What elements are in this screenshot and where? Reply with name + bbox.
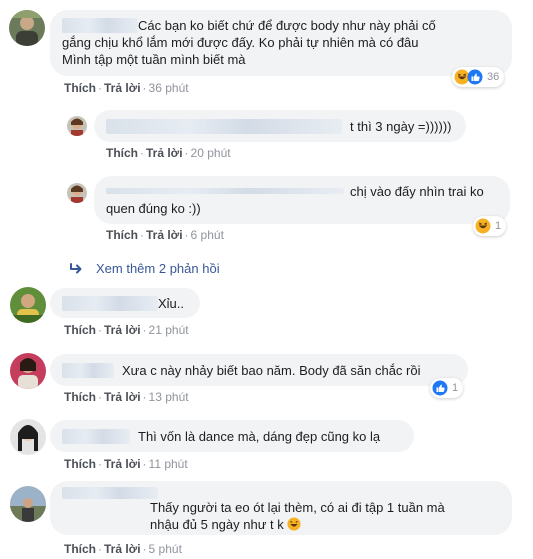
comment-text: gắng chịu khổ lắm mới được đấy. Ko phải …: [62, 35, 419, 50]
like-link[interactable]: Thích: [106, 228, 138, 242]
avatar[interactable]: [9, 10, 45, 46]
comment-bubble: Thấy người ta eo ót lại thèm, có ai đi t…: [50, 481, 512, 535]
like-link[interactable]: Thích: [106, 146, 138, 160]
comment-text: Xưa c này nhảy biết bao năm. Body đã săn…: [122, 363, 421, 378]
view-more-replies-link[interactable]: Xem thêm 2 phản hồi: [70, 261, 220, 276]
reply-link[interactable]: Trả lời: [146, 228, 183, 242]
reply-link[interactable]: Trả lời: [104, 323, 141, 337]
comment-text: Mình tập một tuần mình biết mà: [62, 52, 246, 67]
reaction-summary[interactable]: 1: [473, 216, 507, 236]
reply-arrow-icon: [70, 262, 82, 273]
avatar[interactable]: [10, 353, 46, 389]
like-icon: [432, 380, 448, 396]
comment-text: Xỉu..: [158, 296, 185, 311]
comment-time[interactable]: 36 phút: [149, 81, 189, 95]
comment-bubble: Thì vốn là dance mà, dáng đẹp cũng ko lạ: [50, 420, 414, 452]
like-link[interactable]: Thích: [64, 542, 96, 556]
comment-text: Thì vốn là dance mà, dáng đẹp cũng ko lạ: [138, 429, 381, 444]
reply-text: quen đúng ko :)): [106, 201, 201, 216]
reply-bubble: chị vào đấy nhìn trai ko quen đúng ko :)…: [94, 176, 510, 224]
reply-bubble: t thì 3 ngày =)))))): [94, 110, 466, 142]
haha-icon: [475, 218, 491, 234]
comment-actions: Thích · Trả lời · 36 phút: [64, 81, 189, 95]
comment-time[interactable]: 5 phút: [149, 542, 182, 556]
comment-bubble: Xỉu..: [50, 288, 200, 318]
comment-actions: Thích · Trả lời · 21 phút: [64, 323, 189, 337]
reaction-summary[interactable]: 36: [452, 67, 505, 87]
like-icon: [467, 69, 483, 85]
reply-link[interactable]: Trả lời: [104, 390, 141, 404]
comment-time[interactable]: 21 phút: [149, 323, 189, 337]
reply-text: chị vào đấy nhìn trai ko: [350, 184, 484, 199]
blurred-author-name: [62, 18, 138, 33]
reply-actions: Thích · Trả lời · 20 phút: [106, 146, 231, 160]
rofl-emoji-icon: [287, 517, 301, 531]
blurred-author-name: [62, 296, 158, 311]
comment-bubble: Xưa c này nhảy biết bao năm. Body đã săn…: [50, 354, 468, 386]
blurred-author-name: [62, 363, 114, 378]
comment-actions: Thích · Trả lời · 13 phút: [64, 390, 189, 404]
avatar[interactable]: [10, 287, 46, 323]
comment-actions: Thích · Trả lời · 11 phút: [64, 457, 188, 471]
blurred-author-name: [62, 487, 158, 499]
avatar[interactable]: [10, 486, 46, 522]
comment-text: Các bạn ko biết chứ để được body như này…: [138, 18, 436, 33]
reaction-count: 1: [452, 382, 459, 394]
reaction-count: 1: [495, 220, 502, 232]
reply-time[interactable]: 6 phút: [191, 228, 224, 242]
reply-text: t thì 3 ngày =)))))): [350, 119, 452, 134]
comment-bubble: Các bạn ko biết chứ để được body như này…: [50, 10, 512, 76]
reply-actions: Thích · Trả lời · 6 phút: [106, 228, 224, 242]
reply-link[interactable]: Trả lời: [104, 457, 141, 471]
blurred-author-name: [62, 429, 130, 444]
avatar[interactable]: [67, 116, 87, 136]
comment-text: nhậu đủ 5 ngày như t k: [150, 517, 284, 532]
reply-link[interactable]: Trả lời: [104, 81, 141, 95]
like-link[interactable]: Thích: [64, 390, 96, 404]
like-link[interactable]: Thích: [64, 81, 96, 95]
reply-link[interactable]: Trả lời: [104, 542, 141, 556]
blurred-author-name: [106, 188, 344, 194]
reaction-summary[interactable]: 1: [430, 378, 464, 398]
avatar[interactable]: [10, 419, 46, 455]
blurred-author-name: [106, 119, 342, 134]
like-link[interactable]: Thích: [64, 323, 96, 337]
like-link[interactable]: Thích: [64, 457, 96, 471]
reply-link[interactable]: Trả lời: [146, 146, 183, 160]
comment-time[interactable]: 13 phút: [149, 390, 189, 404]
comment-time[interactable]: 11 phút: [149, 457, 188, 471]
comment-actions: Thích · Trả lời · 5 phút: [64, 542, 182, 556]
comment-text: Thấy người ta eo ót lại thèm, có ai đi t…: [150, 500, 445, 515]
reaction-count: 36: [487, 71, 500, 83]
avatar[interactable]: [67, 183, 87, 203]
view-more-replies-label: Xem thêm 2 phản hồi: [96, 261, 220, 276]
reply-time[interactable]: 20 phút: [191, 146, 231, 160]
